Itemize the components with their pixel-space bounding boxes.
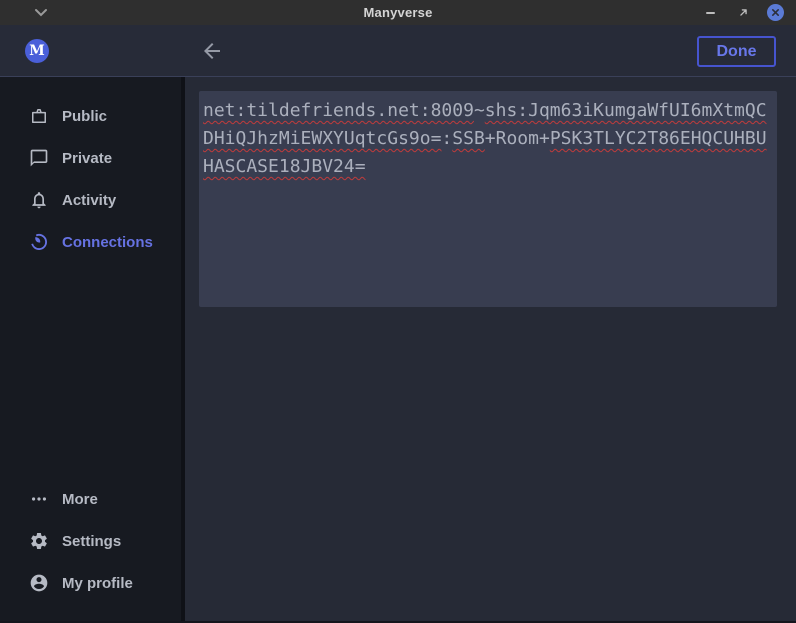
activity-icon [29,190,49,210]
sidebar-item-public[interactable]: Public [0,95,181,137]
invite-text-segment: : [441,128,452,149]
sidebar-item-private[interactable]: Private [0,137,181,179]
titlebar: Manyverse [0,0,796,25]
arrow-back-icon [200,39,224,63]
app-header: M Done [0,25,796,77]
restore-icon [738,7,749,18]
manyverse-logo: M [25,39,49,63]
invite-text-segment: SSB [452,128,485,149]
sidebar-item-label: Private [62,150,112,167]
invite-text-segment: net:tildefriends.net:8009 [203,100,474,121]
back-button[interactable] [200,39,224,63]
sidebar-item-label: More [62,491,98,508]
manyverse-window: Manyverse M Done [0,0,796,623]
more-icon [29,489,49,509]
minimize-icon [706,12,715,14]
sidebar-item-label: My profile [62,575,133,592]
invite-textarea[interactable]: net:tildefriends.net:8009~shs:Jqm63iKumg… [199,91,777,307]
window-controls [701,0,784,25]
minimize-button[interactable] [701,4,719,22]
sidebar-item-label: Activity [62,192,116,209]
sidebar-top-group: Public Private Activity [0,77,181,263]
window-title: Manyverse [0,5,796,20]
private-icon [29,148,49,168]
sidebar-item-settings[interactable]: Settings [0,520,181,562]
sidebar-bottom-group: More Settings My profile [0,478,181,604]
sidebar-item-connections[interactable]: Connections [0,221,181,263]
app-body: Public Private Activity [0,77,796,623]
connections-icon [29,232,49,252]
done-button[interactable]: Done [697,36,776,67]
sidebar-item-my-profile[interactable]: My profile [0,562,181,604]
invite-text-segment: Room [496,128,539,149]
my-profile-icon [29,573,49,593]
invite-text-segment: + [485,128,496,149]
sidebar-item-activity[interactable]: Activity [0,179,181,221]
content-area: net:tildefriends.net:8009~shs:Jqm63iKumg… [185,77,796,623]
sidebar-item-label: Public [62,108,107,125]
public-icon [29,106,49,126]
sidebar: Public Private Activity [0,77,185,623]
titlebar-menu-chevron-icon[interactable] [34,8,48,17]
settings-icon [29,531,49,551]
sidebar-item-more[interactable]: More [0,478,181,520]
close-button[interactable] [767,4,784,21]
sidebar-item-label: Settings [62,533,121,550]
restore-button[interactable] [734,4,752,22]
invite-text-segment: + [539,128,550,149]
invite-text-segment: ~ [474,100,485,121]
sidebar-item-label: Connections [62,234,153,251]
close-icon [771,8,780,17]
